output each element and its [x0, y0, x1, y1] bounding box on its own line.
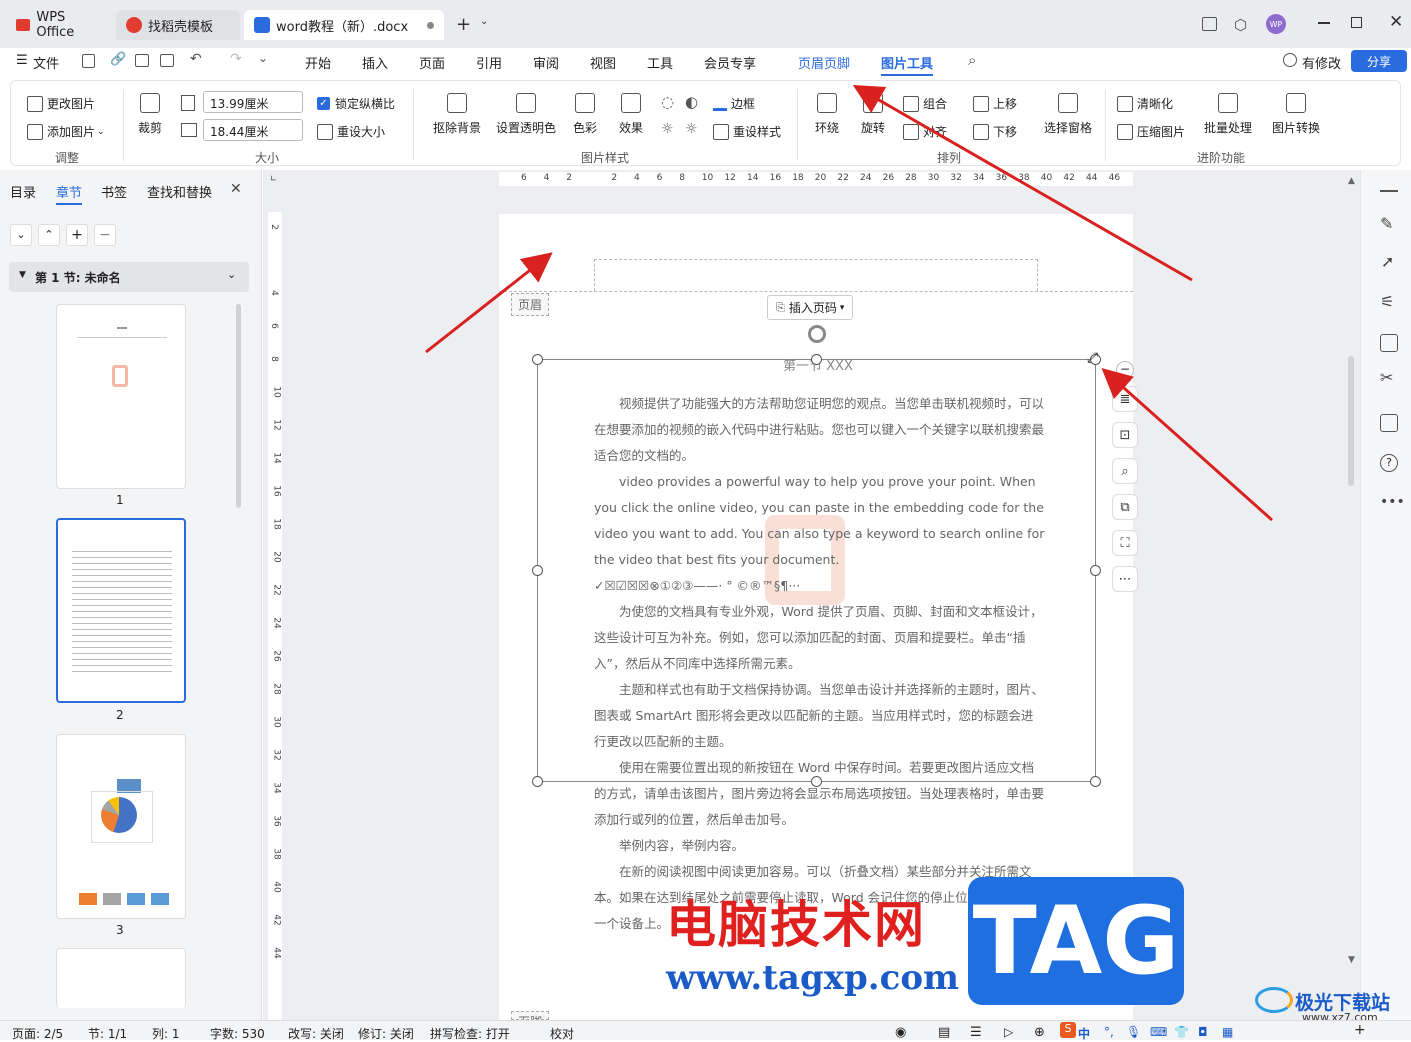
outline-view-icon[interactable]: ☰ — [970, 1025, 982, 1040]
page-view-icon[interactable]: ▤ — [938, 1025, 950, 1040]
overwrite-status[interactable]: 改写: 关闭 — [288, 1025, 344, 1042]
annotation-arrows — [425, 85, 1273, 522]
arrow-to-header-footer-menu — [852, 85, 1193, 282]
punctuation-icon[interactable]: °, — [1104, 1025, 1114, 1039]
ime-mode[interactable]: 中 — [1078, 1025, 1090, 1042]
section-status[interactable]: 节: 1/1 — [88, 1025, 127, 1042]
spell-check-status[interactable]: 拼写检查: 打开 — [430, 1025, 510, 1042]
skin-icon[interactable]: 👕 — [1174, 1025, 1189, 1039]
page-status[interactable]: 页面: 2/5 — [12, 1025, 63, 1042]
proofread-button[interactable]: 校对 — [550, 1025, 574, 1042]
eye-protect-icon[interactable]: ◉ — [895, 1025, 906, 1040]
word-count[interactable]: 字数: 530 — [210, 1025, 265, 1042]
ime-logo-icon[interactable]: S — [1060, 1022, 1076, 1038]
microphone-icon[interactable]: 🎙 — [1126, 1025, 1141, 1039]
web-view-icon[interactable]: ⊕ — [1034, 1025, 1045, 1040]
play-icon[interactable]: ▷ — [1004, 1025, 1013, 1039]
status-bar: 页面: 2/5 节: 1/1 列: 1 字数: 530 改写: 关闭 修订: 关… — [0, 1020, 1411, 1042]
arrow-to-resize-handle — [1101, 368, 1273, 522]
keyboard-icon[interactable]: ⌨ — [1150, 1025, 1167, 1039]
track-changes-status[interactable]: 修订: 关闭 — [358, 1025, 414, 1042]
grid-icon[interactable]: ▦ — [1222, 1025, 1233, 1039]
arrow-to-header — [425, 252, 553, 354]
column-status: 列: 1 — [152, 1027, 180, 1041]
game-icon[interactable]: ◘ — [1198, 1025, 1208, 1039]
zoom-in-icon[interactable]: + — [1354, 1022, 1366, 1038]
